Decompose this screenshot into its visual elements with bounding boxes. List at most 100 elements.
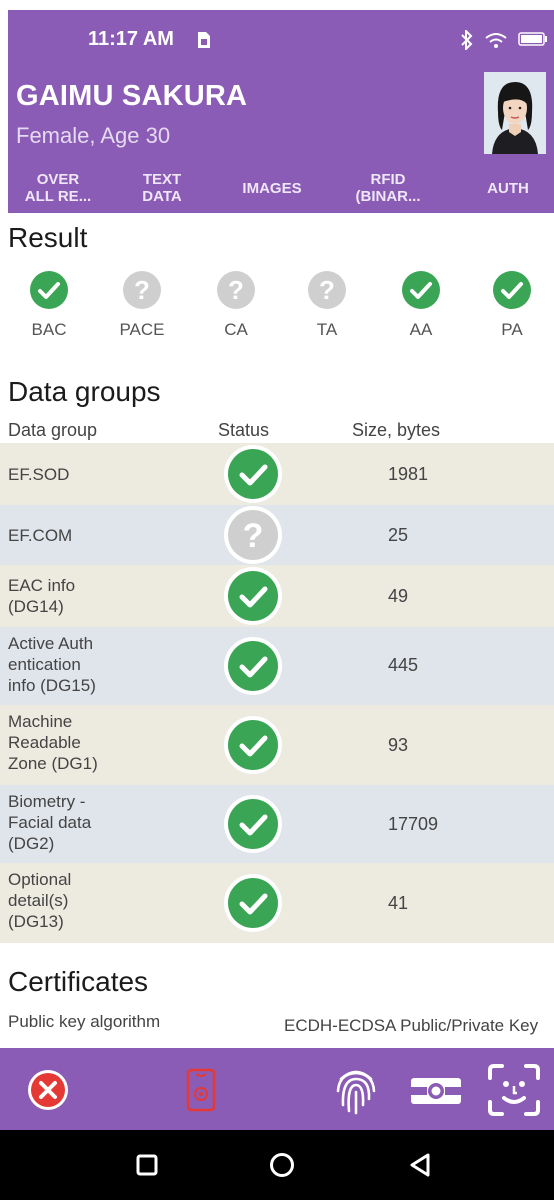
row-label: Machine Readable Zone (DG1) [8,712,98,773]
question-circle-icon: ? [224,506,282,564]
rfid-button[interactable] [173,1062,229,1118]
system-navigation-bar [0,1130,554,1200]
svg-text:?: ? [228,275,244,305]
question-circle-icon: ? [308,271,346,309]
check-circle-icon [224,567,282,625]
result-title: Result [8,222,88,253]
result-aa: AA [389,270,453,340]
circle-icon [270,1153,294,1177]
tab-auth[interactable]: AUTH [458,163,554,213]
result-ca: ? CA [204,270,268,340]
fingerprint-button[interactable] [328,1062,384,1118]
table-row[interactable]: EF.COM ? 25 [0,505,554,565]
fingerprint-icon [336,1070,376,1115]
portrait-image [484,72,546,154]
row-size: 25 [388,525,409,545]
row-label: EF.SOD [8,465,70,484]
svg-text:?: ? [134,275,150,305]
bottom-toolbar [0,1048,554,1130]
certificates-title: Certificates [8,966,149,997]
bluetooth-icon [461,30,473,50]
face-scan-button[interactable] [486,1062,542,1118]
check-circle-icon [224,637,282,695]
row-size: 41 [388,893,409,913]
table-row[interactable]: EAC info (DG14) 49 [0,565,554,627]
cert-key-value: ECDH-ECDSA Public/Private Key [284,1016,539,1035]
result-pace: ? PACE [110,270,174,340]
row-label: EF.COM [8,526,73,545]
result-label: BAC [31,320,67,339]
avatar[interactable] [484,72,546,154]
tab-overall-result[interactable]: OVER ALL RE... [8,163,108,213]
tab-text-data[interactable]: TEXT DATA [112,163,212,213]
row-size: 17709 [388,814,439,834]
table-row[interactable]: Active Auth entication info (DG15) 445 [0,627,554,705]
tab-bar: OVER ALL RE... TEXT DATA IMAGES RFID (BI… [8,163,554,213]
tab-images[interactable]: IMAGES [222,163,322,213]
face-scan-icon [488,1064,540,1116]
status-bar: 11:17 AM [8,10,554,68]
row-status [222,443,284,505]
column-header-status: Status [218,420,270,440]
square-icon [136,1154,158,1176]
question-circle-icon: ? [123,271,161,309]
column-header-group: Data group [8,420,98,440]
home-button[interactable] [262,1150,302,1180]
row-status [222,714,284,776]
table-row[interactable]: Biometry - Facial data (DG2) 17709 [0,785,554,863]
row-size: 445 [388,655,419,675]
close-button[interactable] [20,1062,76,1118]
result-label: AA [409,320,433,339]
result-label: CA [224,320,248,339]
document-camera-button[interactable] [408,1062,464,1118]
back-triangle-icon [410,1153,430,1177]
row-label: Optional detail(s) (DG13) [8,870,72,931]
check-circle-icon [402,271,440,309]
check-circle-icon [224,445,282,503]
row-size: 93 [388,735,409,755]
result-bac: BAC [17,270,81,340]
question-circle-icon: ? [217,271,255,309]
row-size: 49 [388,586,409,606]
result-label: TA [316,320,338,339]
wifi-icon [485,33,507,48]
row-label: EAC info (DG14) [8,576,76,616]
check-circle-icon [224,795,282,853]
table-row[interactable]: Optional detail(s) (DG13) 41 [0,863,554,943]
row-label: Biometry - Facial data (DG2) [8,792,92,853]
document-camera-icon [411,1078,461,1104]
data-groups-title: Data groups [8,376,161,407]
check-circle-icon [224,716,282,774]
column-header-size: Size, bytes [352,420,441,440]
result-ta: ? TA [295,270,359,340]
cert-key-label: Public key algorithm [8,1012,161,1031]
row-status: ? [222,504,284,566]
rfid-card-icon [186,1068,216,1112]
recents-button[interactable] [127,1150,167,1180]
row-status [222,793,284,855]
tab-rfid-binary[interactable]: RFID (BINAR... [338,163,438,213]
app-screen: 11:17 AM GAIMU SAKURA Female, Age 30 OVE… [0,0,554,1200]
row-status [222,635,284,697]
row-label: Active Auth entication info (DG15) [8,634,96,695]
check-circle-icon [493,271,531,309]
svg-text:?: ? [243,517,264,555]
close-icon [28,1070,68,1110]
table-row[interactable]: EF.SOD 1981 [0,443,554,505]
sim-card-icon [198,32,210,48]
row-size: 1981 [388,464,429,484]
result-label: PACE [119,320,165,339]
row-status [222,872,284,934]
status-time: 11:17 AM [88,28,174,50]
svg-text:?: ? [319,275,335,305]
back-button[interactable] [400,1150,440,1180]
check-circle-icon [224,874,282,932]
result-pa: PA [480,270,544,340]
battery-icon [518,32,547,46]
holder-subtitle: Female, Age 30 [16,123,171,148]
table-row[interactable]: Machine Readable Zone (DG1) 93 [0,705,554,785]
check-circle-icon [30,271,68,309]
result-label: PA [501,320,523,339]
row-status [222,565,284,627]
header: 11:17 AM GAIMU SAKURA Female, Age 30 OVE… [8,10,554,213]
